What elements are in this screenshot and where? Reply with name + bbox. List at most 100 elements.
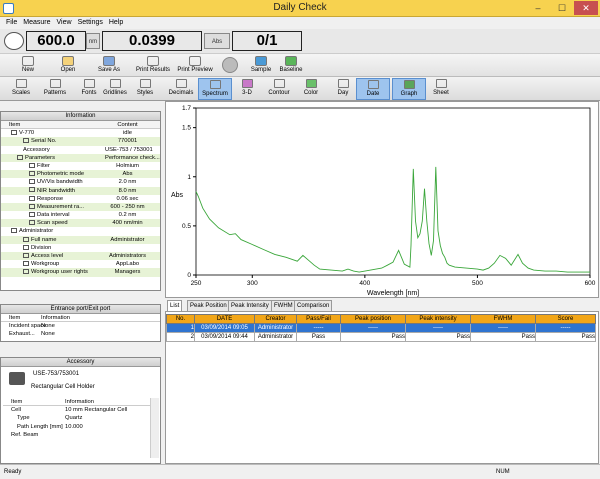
info-row[interactable]: V-770 idle	[1, 129, 160, 137]
color-button[interactable]: Color	[294, 78, 328, 100]
wavelength-readout[interactable]: 600.0	[26, 31, 86, 51]
accessory-row[interactable]: Path Length [mm] 10.000	[3, 423, 153, 431]
doc-icon	[23, 244, 29, 250]
col-pass-fail[interactable]: Pass/Fail	[296, 314, 341, 324]
styles-button[interactable]: Styles	[128, 78, 162, 100]
accessory-row[interactable]: Ref. Beam	[3, 431, 153, 439]
menu-help[interactable]: Help	[109, 17, 123, 29]
information-panel-title: Information	[1, 112, 160, 121]
x-tick-label: 600	[585, 280, 596, 287]
spectrum-chart[interactable]: 250 300 400 500 600 0 0.5 1 1.5 1.7 Wavelength [n…	[165, 101, 599, 298]
baseline-button[interactable]: Baseline	[276, 55, 306, 77]
col-peak-position[interactable]: Peak position	[340, 314, 406, 324]
serial-icon	[23, 138, 29, 144]
tab-comparison[interactable]: Comparison	[294, 300, 333, 311]
col-fwhm[interactable]: FWHM	[470, 314, 536, 324]
scales-button[interactable]: Scales	[4, 78, 38, 100]
col-date[interactable]: DATE	[194, 314, 255, 324]
info-row[interactable]: Full name Administrator	[1, 235, 160, 244]
info-row[interactable]: Division	[1, 244, 160, 252]
save-icon	[103, 56, 115, 66]
x-axis-label: Wavelength [nm]	[367, 290, 419, 297]
spectrum-icon	[209, 80, 221, 89]
3d-button[interactable]: 3-D	[230, 78, 264, 100]
decimals-icon	[175, 79, 187, 88]
info-row[interactable]: Parameters Performance check...	[1, 153, 160, 162]
info-row[interactable]: Workgroup AppLabo	[1, 260, 160, 268]
doc-icon	[23, 252, 29, 258]
tab-peak-position[interactable]: Peak Position	[187, 300, 230, 311]
information-tree[interactable]: V-770 idle Serial No. 770001 Accessory USE-75…	[1, 129, 160, 277]
info-row[interactable]: NIR bandwidth 8.0 nm	[1, 186, 160, 195]
graph-button[interactable]: Graph	[392, 78, 426, 100]
info-row[interactable]: Photometric mode Abs	[1, 170, 160, 179]
table-row[interactable]: 1 03/09/2014 09:05 Administrator ----- -----…	[166, 323, 596, 333]
date-button[interactable]: Date	[356, 78, 390, 100]
y-tick-label: 1.7	[182, 105, 191, 112]
col-no[interactable]: No.	[166, 314, 195, 324]
menu-settings[interactable]: Settings	[78, 17, 103, 29]
info-row[interactable]: Filter Holmium	[1, 162, 160, 170]
sheet-icon	[435, 79, 447, 88]
menu-measure[interactable]: Measure	[23, 17, 50, 29]
day-button[interactable]: Day	[326, 78, 360, 100]
col-peak-intensity[interactable]: Peak intensity	[405, 314, 471, 324]
doc-icon	[29, 220, 35, 226]
menu-file[interactable]: File	[6, 17, 17, 29]
doc-icon	[29, 171, 35, 177]
info-row[interactable]: UV/Vis bandwidth 2.0 nm	[1, 178, 160, 186]
accessory-scrollbar[interactable]	[150, 398, 159, 458]
info-row[interactable]: Administrator	[1, 227, 160, 235]
info-row[interactable]: Serial No. 770001	[1, 137, 160, 146]
patterns-button[interactable]: Patterns	[38, 78, 72, 100]
contour-button[interactable]: Contour	[262, 78, 296, 100]
entrance-row[interactable]: Incident space None	[1, 322, 160, 330]
new-button[interactable]: New	[10, 55, 46, 77]
new-file-icon	[22, 56, 34, 66]
info-row[interactable]: Response 0.06 sec	[1, 195, 160, 203]
date-icon	[367, 80, 379, 89]
decimals-button[interactable]: Decimals	[164, 78, 198, 100]
tab-list[interactable]: List	[167, 300, 183, 311]
info-row[interactable]: Accessory USE-753 / 753001	[1, 146, 160, 154]
table-row[interactable]: 2 03/09/2014 09:44 Administrator Pass Pass Pa…	[166, 332, 596, 342]
print-preview-icon	[189, 56, 201, 66]
table-header-row: No. DATE Creator Pass/Fail Peak position…	[166, 314, 596, 324]
col-score[interactable]: Score	[535, 314, 596, 324]
open-button[interactable]: Open	[50, 55, 86, 77]
info-row[interactable]: Access level Administrators	[1, 252, 160, 261]
info-row[interactable]: Data interval 0.2 nm	[1, 211, 160, 219]
tab-fwhm[interactable]: FWHM	[271, 300, 296, 311]
absorbance-unit: Abs	[204, 33, 230, 49]
info-row[interactable]: Measurement ra... 600 - 250 nm	[1, 202, 160, 212]
instrument-icon[interactable]	[4, 32, 24, 50]
save-as-button[interactable]: Save As	[90, 55, 128, 77]
baseline-icon	[285, 56, 297, 66]
print-preview-button[interactable]: Print Preview	[176, 55, 214, 77]
minimize-button[interactable]: –	[526, 1, 550, 15]
info-row[interactable]: Workgroup user rights Managers	[1, 268, 160, 277]
parameters-icon	[17, 154, 23, 160]
accessory-row[interactable]: Type Quartz	[3, 414, 153, 422]
absorbance-readout: 0.0399	[102, 31, 202, 51]
spectrum-button[interactable]: Spectrum	[198, 78, 232, 100]
y-tick-label: 0.5	[182, 223, 191, 230]
results-list: No. DATE Creator Pass/Fail Peak position…	[165, 311, 599, 464]
col-creator[interactable]: Creator	[254, 314, 297, 324]
accessory-row[interactable]: Cell 10 mm Rectangular Cell	[3, 406, 153, 414]
print-results-button[interactable]: Print Results	[132, 55, 174, 77]
tab-peak-intensity[interactable]: Peak Intensity	[228, 300, 272, 311]
info-row[interactable]: Scan speed 400 nm/min	[1, 219, 160, 228]
graph-icon	[403, 80, 415, 89]
close-button[interactable]: ✕	[574, 1, 598, 15]
gridlines-button[interactable]: Gridlines	[98, 78, 132, 100]
readout-bar: 600.0 nm 0.0399 Abs 0/1	[0, 29, 600, 53]
x-tick-label: 250	[191, 280, 202, 287]
gear-icon[interactable]	[222, 57, 238, 73]
sample-button[interactable]: Sample	[246, 55, 276, 77]
sheet-button[interactable]: Sheet	[424, 78, 458, 100]
maximize-button[interactable]: ☐	[550, 1, 574, 15]
menu-view[interactable]: View	[57, 17, 72, 29]
accessory-name: Rectangular Cell Holder	[31, 384, 95, 390]
entrance-row[interactable]: Exhaust... None	[1, 330, 160, 338]
